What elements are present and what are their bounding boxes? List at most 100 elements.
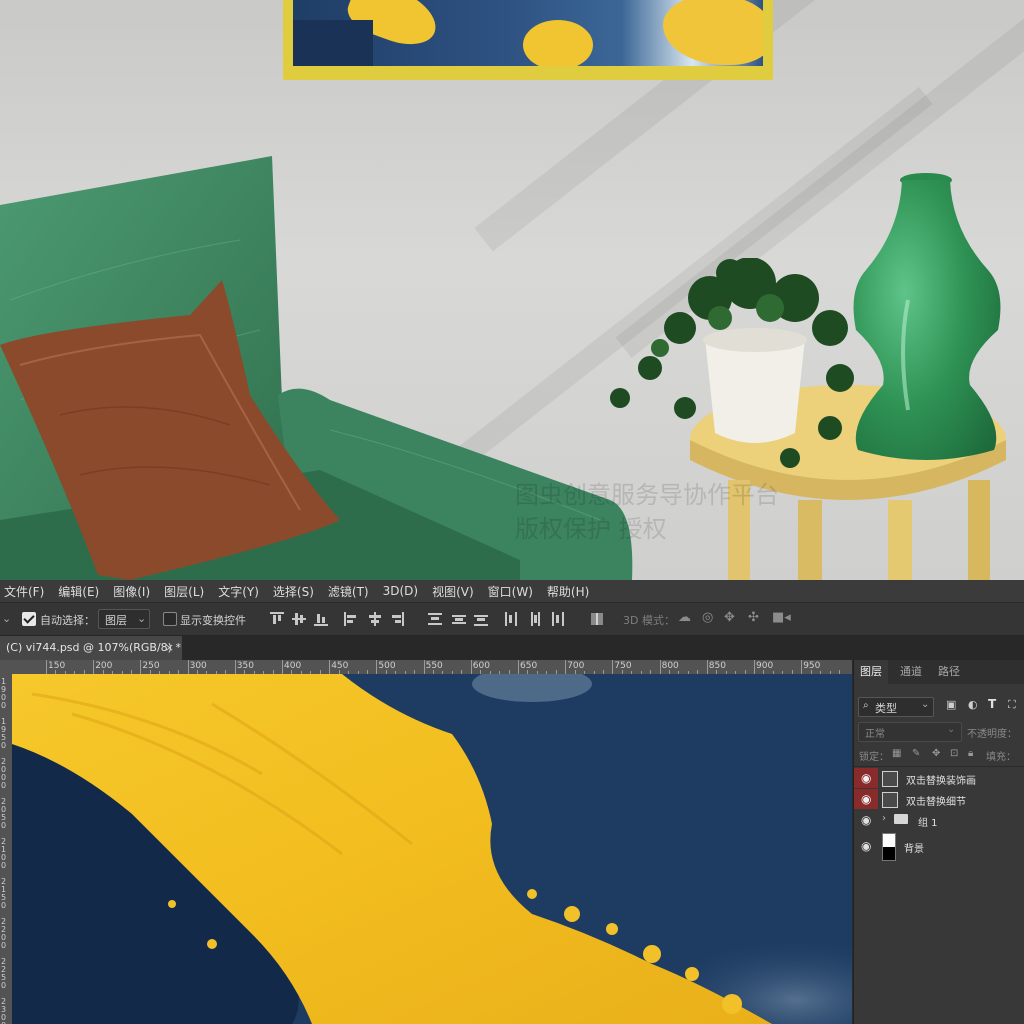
- filter-shape-icon[interactable]: ⛶: [1008, 698, 1016, 712]
- menu-window[interactable]: 窗口(W): [488, 583, 533, 600]
- ruler-tick: [801, 660, 803, 674]
- lock-row: 锁定： ▦ ✎ ✥ ⊡ 🔒︎ 填充：: [854, 745, 1024, 767]
- lock-move-icon[interactable]: ✥: [932, 748, 940, 759]
- tab-layers[interactable]: 图层: [854, 660, 888, 684]
- distribute-left-icon[interactable]: [504, 612, 518, 626]
- distribute-vcenter-icon[interactable]: [452, 612, 466, 626]
- align-bottom-icon[interactable]: [314, 612, 328, 626]
- watermark: 图虫创意服务导协作平台 版权保护 授权: [515, 478, 779, 546]
- menu-edit[interactable]: 编辑(E): [58, 583, 99, 600]
- 3d-roll-icon[interactable]: ◎: [702, 610, 713, 625]
- ruler-tick: [754, 660, 755, 674]
- menu-3d[interactable]: 3D(D): [383, 584, 418, 598]
- ruler-label: 400: [284, 661, 302, 671]
- menu-image[interactable]: 图像(I): [113, 583, 150, 600]
- layer-row[interactable]: ◉ 双击替换细节: [854, 789, 1024, 809]
- eye-icon[interactable]: ◉: [861, 768, 879, 788]
- menu-view[interactable]: 视图(V): [432, 583, 474, 600]
- auto-select-dropdown[interactable]: 图层 ⌄: [98, 609, 150, 629]
- tab-paths[interactable]: 路径: [938, 660, 960, 684]
- close-icon[interactable]: ×: [165, 636, 174, 660]
- blend-mode-dropdown[interactable]: 正常 ⌄: [858, 722, 962, 742]
- document-canvas[interactable]: [12, 674, 852, 1024]
- layer-name: 背景: [904, 844, 924, 855]
- filter-type-icon[interactable]: T: [988, 697, 996, 711]
- show-transform-checkbox[interactable]: [163, 612, 177, 626]
- smart-object-thumbnail: [882, 792, 898, 808]
- document-tab-bar: (C) vi744.psd @ 107%(RGB/8) * ×: [0, 636, 1024, 660]
- options-bar: ⌄ 自动选择： 图层 ⌄ 显示变换控件 3D 模式： ☁ ◎ ✥ ✣ ■◂: [0, 603, 1024, 636]
- auto-select-checkbox[interactable]: [22, 612, 36, 626]
- ruler-label: 250: [142, 661, 160, 671]
- layer-row[interactable]: ◉ 双击替换装饰画: [854, 768, 1024, 788]
- ruler-label: 2300: [1, 997, 7, 1024]
- potted-plant: [610, 258, 854, 468]
- opacity-label: 不透明度：: [967, 729, 1017, 740]
- filter-pixel-icon[interactable]: ▣: [946, 698, 956, 711]
- lock-transparent-icon[interactable]: ▦: [892, 748, 901, 759]
- auto-select-label: 自动选择：: [40, 614, 95, 627]
- align-hcenter-icon[interactable]: [368, 612, 382, 626]
- filter-adjustment-icon[interactable]: ◐: [968, 698, 978, 711]
- auto-align-icon[interactable]: [590, 612, 604, 626]
- tool-preset-chevron-icon[interactable]: ⌄: [2, 612, 11, 625]
- tab-channels[interactable]: 通道: [900, 660, 922, 684]
- ruler-tick: [612, 660, 614, 674]
- 3d-scale-icon[interactable]: ■◂: [772, 610, 791, 625]
- blend-mode-value: 正常: [865, 729, 885, 740]
- ruler-tick: [518, 660, 519, 674]
- menu-type[interactable]: 文字(Y): [218, 583, 259, 600]
- layer-row[interactable]: ◉ › 组 1: [854, 810, 1024, 830]
- distribute-top-icon[interactable]: [428, 612, 442, 626]
- menu-bar: 文件(F) 编辑(E) 图像(I) 图层(L) 文字(Y) 选择(S) 滤镜(T…: [0, 580, 1024, 603]
- canvas-artwork: [12, 674, 852, 1024]
- chevron-right-icon[interactable]: ›: [882, 813, 886, 824]
- document-tab[interactable]: (C) vi744.psd @ 107%(RGB/8) * ×: [0, 636, 182, 660]
- ruler-label: 2250: [1, 957, 7, 990]
- align-top-icon[interactable]: [270, 612, 284, 626]
- 3d-orbit-icon[interactable]: ☁: [678, 610, 691, 625]
- ruler-label: 450: [331, 661, 349, 671]
- ruler-tick: [187, 660, 189, 674]
- eye-icon[interactable]: ◉: [861, 832, 879, 853]
- ruler-label: 950: [803, 661, 821, 671]
- show-transform-label: 显示变换控件: [180, 614, 246, 627]
- ruler-label: 800: [661, 661, 679, 671]
- lock-paint-icon[interactable]: ✎: [912, 748, 920, 759]
- horizontal-ruler: 150 200 250 300 350 400 450 500 550 600 650 700 750 8…: [0, 660, 852, 674]
- align-vcenter-icon[interactable]: [292, 612, 306, 626]
- lock-artboard-icon[interactable]: ⊡: [950, 748, 958, 759]
- align-left-icon[interactable]: [344, 612, 358, 626]
- menu-filter[interactable]: 滤镜(T): [328, 583, 369, 600]
- 3d-slide-icon[interactable]: ✣: [748, 610, 759, 625]
- layer-filter-dropdown[interactable]: ⌕ 类型 ⌄: [858, 697, 934, 717]
- panel-divider: [854, 766, 1024, 767]
- ruler-label: 2050: [1, 797, 7, 830]
- ruler-tick: [470, 660, 472, 674]
- ruler-tick: [140, 660, 142, 674]
- layer-row[interactable]: ◉ 背景: [854, 832, 1024, 861]
- eye-icon[interactable]: ◉: [861, 810, 879, 830]
- ruler-label: 300: [189, 661, 207, 671]
- ruler-tick: [423, 660, 425, 674]
- ruler-label: 600: [472, 661, 490, 671]
- chevron-down-icon: ⌄: [137, 612, 147, 625]
- distribute-right-icon[interactable]: [550, 612, 564, 626]
- blend-row: 正常 ⌄ 不透明度：: [854, 721, 1024, 743]
- ruler-tick: [46, 660, 47, 674]
- menu-help[interactable]: 帮助(H): [547, 583, 589, 600]
- ruler-label: 2200: [1, 917, 7, 950]
- ruler-label: 350: [236, 661, 254, 671]
- 3d-pan-icon[interactable]: ✥: [724, 610, 735, 625]
- ruler-tick: [376, 660, 378, 674]
- distribute-bottom-icon[interactable]: [474, 612, 488, 626]
- lock-all-icon[interactable]: 🔒︎: [968, 748, 973, 759]
- menu-layer[interactable]: 图层(L): [164, 583, 204, 600]
- menu-select[interactable]: 选择(S): [273, 583, 314, 600]
- layer-name: 双击替换细节: [906, 797, 966, 808]
- menu-file[interactable]: 文件(F): [4, 583, 44, 600]
- align-right-icon[interactable]: [390, 612, 404, 626]
- eye-icon[interactable]: ◉: [861, 789, 879, 809]
- smart-object-thumbnail: [882, 771, 898, 787]
- distribute-hcenter-icon[interactable]: [528, 612, 542, 626]
